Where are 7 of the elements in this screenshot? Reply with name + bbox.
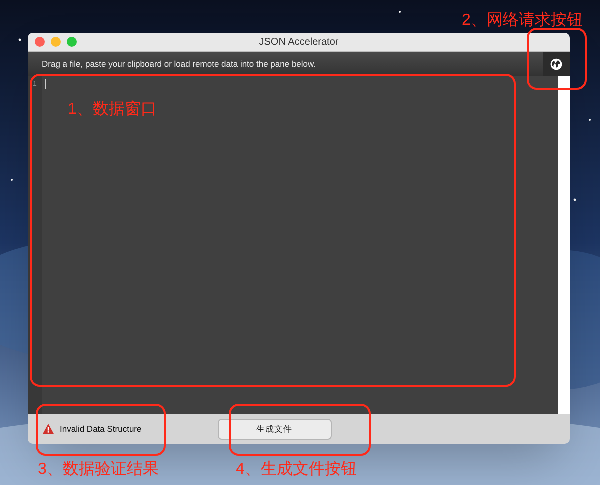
validation-message: Invalid Data Structure [60, 422, 142, 436]
window-title: JSON Accelerator [259, 36, 339, 50]
annotation-label: 4、生成文件按钮 [236, 460, 357, 480]
toolbar-hint: Drag a file, paste your clipboard or load remote data into the pane below. [42, 58, 318, 70]
annotation-label: 3、数据验证结果 [38, 460, 159, 480]
annotation-label: 2、网络请求按钮 [462, 10, 583, 31]
annotation-label: 1、数据窗口 [68, 100, 157, 120]
